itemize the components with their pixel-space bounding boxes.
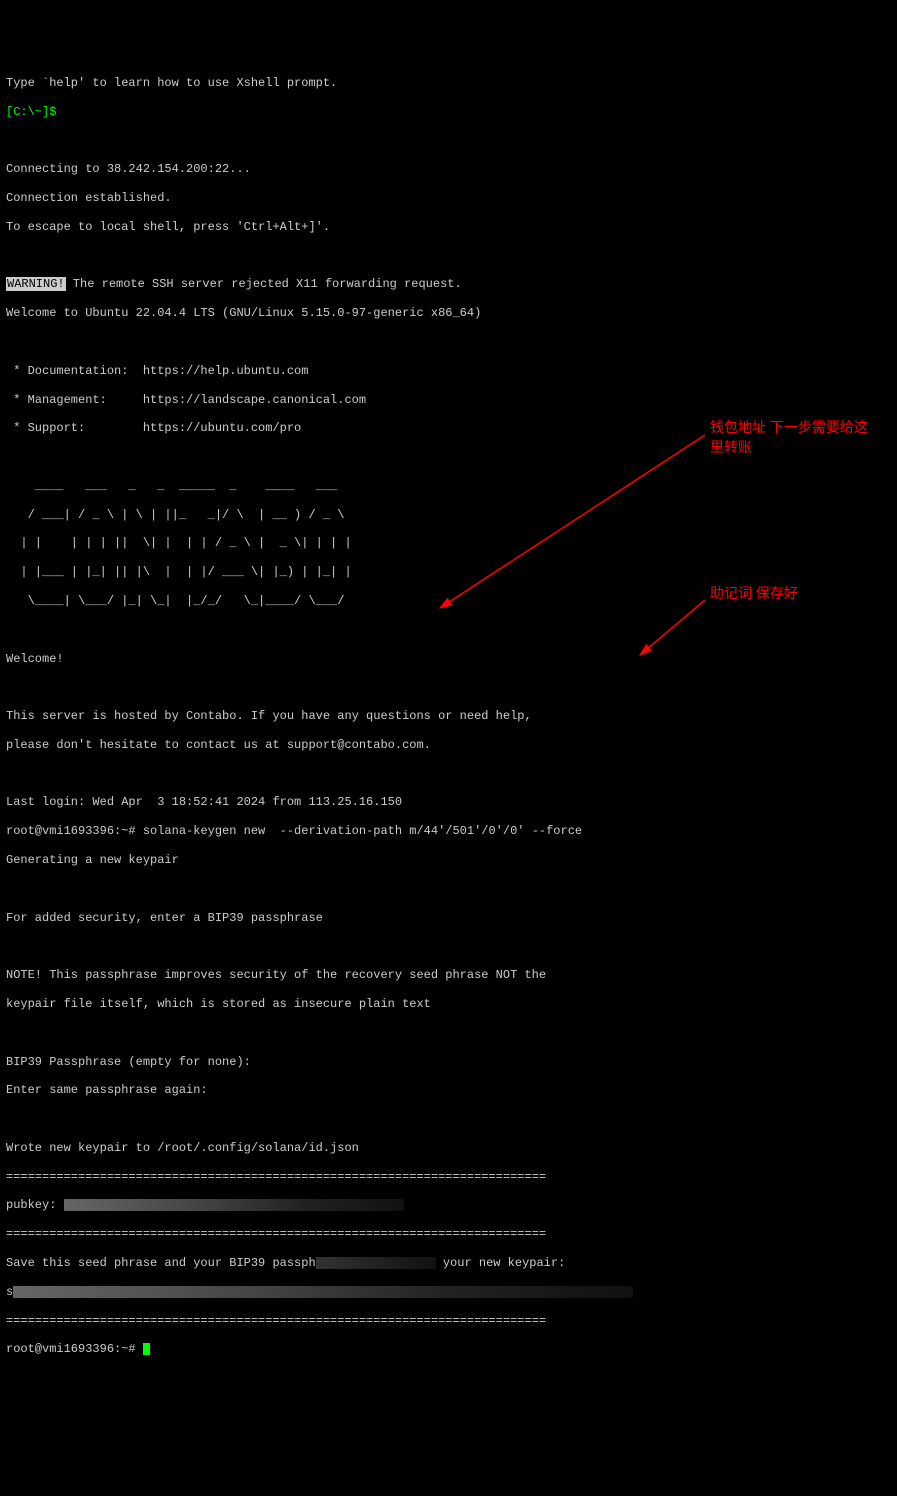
sec-line: For added security, enter a BIP39 passph…: [6, 911, 891, 925]
warning-label: WARNING!: [6, 277, 66, 291]
note1: NOTE! This passphrase improves security …: [6, 968, 891, 982]
escape-line: To escape to local shell, press 'Ctrl+Al…: [6, 220, 891, 234]
mgmt-link: * Management: https://landscape.canonica…: [6, 393, 891, 407]
blank: [6, 1112, 891, 1126]
annotation-mnemonic: 助记词 保存好: [710, 584, 880, 604]
annotation-wallet: 钱包地址 下一步需要给这里转账: [710, 418, 880, 457]
keygen-cmd-line: root@vmi1693396:~# solana-keygen new --d…: [6, 824, 891, 838]
blank: [6, 335, 891, 349]
connecting-line: Connecting to 38.242.154.200:22...: [6, 162, 891, 176]
save-a: Save this seed phrase and your BIP39 pas…: [6, 1256, 316, 1270]
cursor-icon: [143, 1343, 150, 1355]
help-line: Type `help' to learn how to use Xshell p…: [6, 76, 891, 90]
blank: [6, 623, 891, 637]
passphrase-redacted: [316, 1257, 436, 1269]
motd-hosted1: This server is hosted by Contabo. If you…: [6, 709, 891, 723]
established-line: Connection established.: [6, 191, 891, 205]
warning-line: WARNING! The remote SSH server rejected …: [6, 277, 891, 291]
pubkey-redacted: [64, 1199, 404, 1211]
final-prompt: root@vmi1693396:~#: [6, 1342, 143, 1356]
pubkey-label: pubkey:: [6, 1198, 64, 1212]
blank: [6, 939, 891, 953]
divider-1: ========================================…: [6, 1170, 891, 1184]
welcome-ubuntu: Welcome to Ubuntu 22.04.4 LTS (GNU/Linux…: [6, 306, 891, 320]
local-prompt: [C:\~]$: [6, 105, 891, 119]
seed-prefix: s: [6, 1285, 13, 1299]
pubkey-line: pubkey:: [6, 1198, 891, 1212]
motd-hosted2: please don't hesitate to contact us at s…: [6, 738, 891, 752]
blank: [6, 134, 891, 148]
last-login: Last login: Wed Apr 3 18:52:41 2024 from…: [6, 795, 891, 809]
warning-text: The remote SSH server rejected X11 forwa…: [66, 277, 462, 291]
note2: keypair file itself, which is stored as …: [6, 997, 891, 1011]
bip39-again: Enter same passphrase again:: [6, 1083, 891, 1097]
blank: [6, 882, 891, 896]
final-prompt-line[interactable]: root@vmi1693396:~#: [6, 1342, 891, 1356]
save-line: Save this seed phrase and your BIP39 pas…: [6, 1256, 891, 1270]
divider-3: ========================================…: [6, 1314, 891, 1328]
blank: [6, 680, 891, 694]
terminal-output[interactable]: Type `help' to learn how to use Xshell p…: [0, 58, 897, 1376]
gen-line: Generating a new keypair: [6, 853, 891, 867]
seed-line: s: [6, 1285, 891, 1299]
remote-prompt: root@vmi1693396:~#: [6, 824, 143, 838]
keygen-cmd: solana-keygen new --derivation-path m/44…: [143, 824, 582, 838]
bip39-prompt: BIP39 Passphrase (empty for none):: [6, 1055, 891, 1069]
ascii-art-3: | |___ | |_| || |\ | | |/ ___ \| |_) | |…: [6, 565, 891, 579]
wrote-line: Wrote new keypair to /root/.config/solan…: [6, 1141, 891, 1155]
save-b: your new keypair:: [436, 1256, 566, 1270]
seed-redacted: [13, 1286, 633, 1298]
blank: [6, 249, 891, 263]
ascii-art-1: / ___| / _ \ | \ | ||_ _|/ \ | __ ) / _ …: [6, 508, 891, 522]
ascii-art-0: ____ ___ _ _ _____ _ ____ ___: [6, 479, 891, 493]
doc-link: * Documentation: https://help.ubuntu.com: [6, 364, 891, 378]
ascii-art-2: | | | | | || \| | | | / _ \ | _ \| | | |: [6, 536, 891, 550]
blank: [6, 1026, 891, 1040]
blank: [6, 767, 891, 781]
motd-welcome: Welcome!: [6, 652, 891, 666]
divider-2: ========================================…: [6, 1227, 891, 1241]
